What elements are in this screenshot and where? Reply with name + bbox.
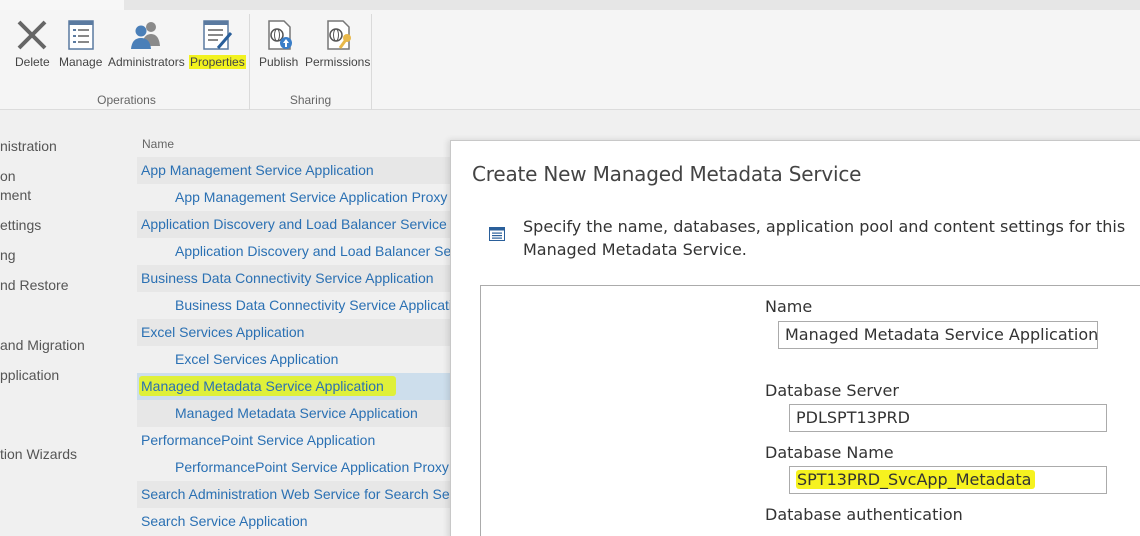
service-row-proxy[interactable]: Managed Metadata Service Application [137,400,457,427]
publish-icon [267,20,292,50]
selected-row-label: Managed Metadata Service Application [139,376,396,396]
service-row-proxy[interactable]: App Management Service Application Proxy [137,184,457,211]
service-row[interactable]: App Management Service Application [137,157,457,184]
settings-form-section: Name Managed Metadata Service Applicatio… [480,285,1140,536]
manage-label: Manage [59,55,103,69]
nav-item-application[interactable]: on [0,168,16,184]
service-row-proxy[interactable]: PerformancePoint Service Application Pro… [137,454,457,481]
name-label: Name [765,297,813,316]
administrators-label: Administrators [108,55,185,69]
administrators-button[interactable]: Administrators [107,18,186,69]
sharing-group: Publish Permissions Sharing [250,14,372,110]
database-authentication-label: Database authentication [765,505,963,524]
database-server-input[interactable]: PDLSPT13PRD [789,404,1107,432]
ribbon: Delete Manage Administrators Properties … [0,10,1140,110]
service-row[interactable]: PerformancePoint Service Application [137,427,457,454]
permissions-icon [326,20,351,50]
service-row[interactable]: Search Service Application [137,508,457,535]
nav-item-upgrade-migration[interactable]: and Migration [0,337,85,353]
delete-button[interactable]: Delete [14,18,51,69]
nav-item-settings[interactable]: ettings [0,217,41,233]
service-row[interactable]: Excel Services Application [137,319,457,346]
name-column-header[interactable]: Name [142,137,174,151]
service-row[interactable]: Business Data Connectivity Service Appli… [137,265,457,292]
ribbon-tab-strip [0,0,1140,10]
properties-label: Properties [189,55,246,69]
database-name-value: SPT13PRD_SvcApp_Metadata [796,470,1036,489]
administrators-icon [131,22,161,49]
active-tab[interactable] [0,0,124,10]
sharing-group-label: Sharing [289,93,332,107]
manage-button[interactable]: Manage [58,18,103,69]
nav-item-configuration-wizards[interactable]: tion Wizards [0,446,77,462]
form-icon [489,227,505,241]
delete-icon [17,20,47,50]
service-row[interactable]: Application Discovery and Load Balancer … [137,211,457,238]
publish-button[interactable]: Publish [258,18,299,69]
operations-group-label: Operations [97,93,156,107]
service-row-proxy[interactable]: Application Discovery and Load Balancer … [137,238,457,265]
database-name-input[interactable]: SPT13PRD_SvcApp_Metadata [789,466,1107,494]
permissions-button[interactable]: Permissions [304,18,371,69]
nav-item-management[interactable]: ment [0,187,31,203]
create-service-dialog: Create New Managed Metadata Service Spec… [450,140,1140,536]
properties-icon [203,20,233,50]
dialog-title: Create New Managed Metadata Service [472,162,862,186]
service-row[interactable]: Search Administration Web Service for Se… [137,481,457,508]
nav-item-general-application[interactable]: pplication [0,367,59,383]
nav-item-monitoring[interactable]: ng [0,247,16,263]
delete-label: Delete [15,55,50,69]
service-row-proxy[interactable]: Business Data Connectivity Service Appli… [137,292,457,319]
manage-icon [67,20,94,50]
properties-button[interactable]: Properties [189,18,246,69]
service-row-selected[interactable]: Managed Metadata Service Application [137,373,457,400]
nav-item-backup-restore[interactable]: nd Restore [0,277,68,293]
database-name-label: Database Name [765,443,894,462]
name-input[interactable]: Managed Metadata Service Application [778,321,1098,349]
service-row-proxy[interactable]: Excel Services Application [137,346,457,373]
operations-group: Delete Manage Administrators Properties … [4,14,250,110]
publish-label: Publish [259,55,299,69]
dialog-description: Specify the name, databases, application… [523,217,1126,259]
permissions-label: Permissions [305,55,371,69]
database-server-label: Database Server [765,381,899,400]
nav-item-administration[interactable]: nistration [0,138,57,154]
